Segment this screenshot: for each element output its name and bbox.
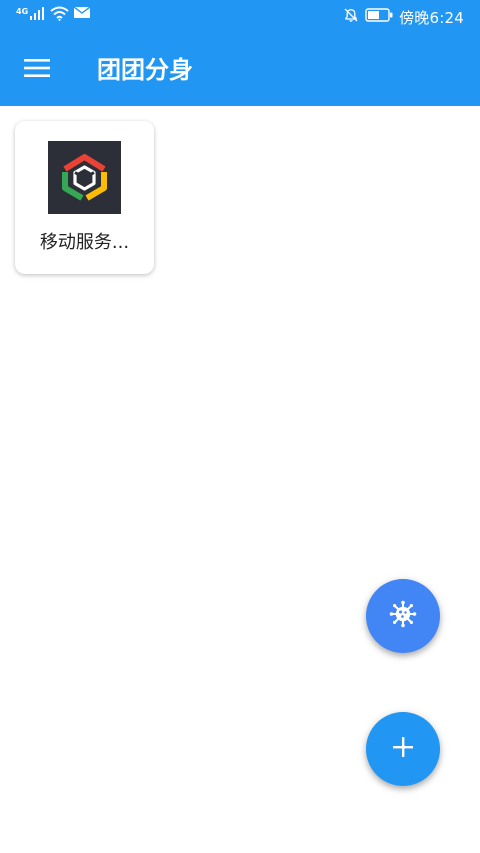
battery-icon <box>365 8 393 26</box>
app-bar: 4G 傍晚6:24 团团分身 <box>0 0 480 106</box>
network-type-label: 4G <box>16 7 29 16</box>
menu-button[interactable] <box>13 46 61 94</box>
status-right-group: 傍晚6:24 <box>343 6 464 28</box>
cloned-app-card[interactable]: 移动服务... <box>15 121 154 274</box>
app-title: 团团分身 <box>97 56 193 84</box>
mail-icon <box>73 6 91 23</box>
app-name-label: 移动服务... <box>39 232 130 253</box>
plus-icon <box>393 737 413 761</box>
wifi-icon <box>50 6 69 25</box>
virus-icon <box>389 600 417 632</box>
status-left-group: 4G <box>16 6 91 25</box>
hamburger-menu-icon <box>24 58 50 82</box>
app-logo-icon <box>48 141 121 214</box>
toolbar: 团团分身 <box>0 34 480 106</box>
bell-off-icon <box>343 7 359 27</box>
virus-scan-fab[interactable] <box>366 579 440 653</box>
status-time: 傍晚6:24 <box>399 8 464 27</box>
add-app-fab[interactable] <box>366 712 440 786</box>
signal-icon <box>30 6 45 24</box>
status-bar: 4G 傍晚6:24 <box>0 0 480 34</box>
